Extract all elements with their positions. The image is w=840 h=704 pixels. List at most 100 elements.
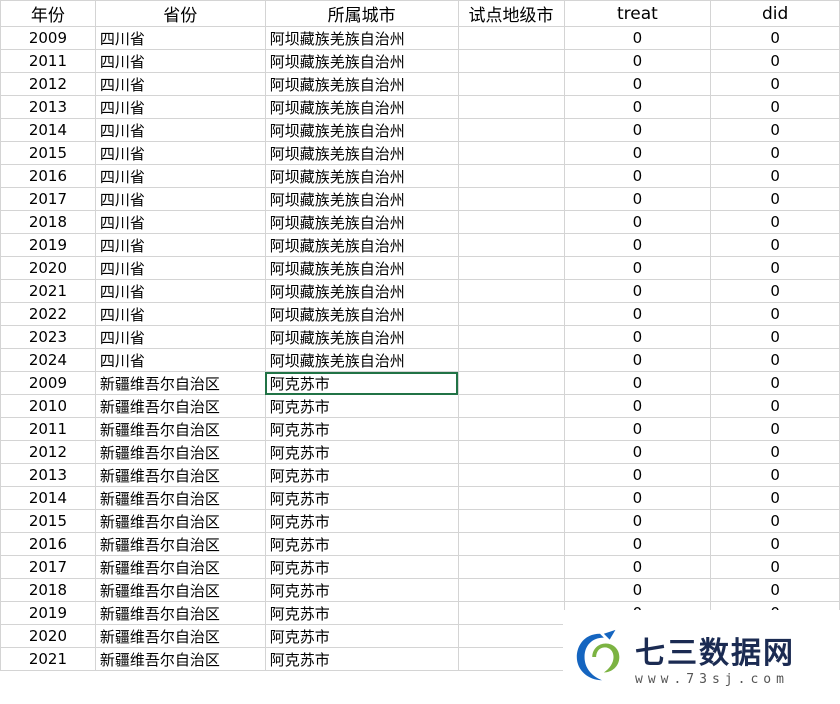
- cell-city[interactable]: 阿克苏市: [264, 417, 459, 441]
- cell-treat[interactable]: 0: [563, 233, 712, 257]
- cell-year[interactable]: 2011: [0, 49, 96, 73]
- cell-city[interactable]: 阿克苏市: [264, 371, 459, 395]
- cell-pilot-city[interactable]: [457, 348, 565, 372]
- cell-year[interactable]: 2011: [0, 417, 96, 441]
- cell-pilot-city[interactable]: [457, 187, 565, 211]
- cell-did[interactable]: 0: [710, 417, 840, 441]
- cell-treat[interactable]: 0: [563, 325, 712, 349]
- cell-did[interactable]: 0: [710, 26, 840, 50]
- cell-did[interactable]: 0: [710, 72, 840, 96]
- cell-did[interactable]: 0: [710, 164, 840, 188]
- cell-province[interactable]: 新疆维吾尔自治区: [94, 463, 266, 487]
- cell-city[interactable]: 阿坝藏族羌族自治州: [264, 256, 459, 280]
- cell-pilot-city[interactable]: [457, 394, 565, 418]
- cell-city[interactable]: 阿坝藏族羌族自治州: [264, 141, 459, 165]
- cell-year[interactable]: 2019: [0, 233, 96, 257]
- cell-treat[interactable]: 0: [563, 210, 712, 234]
- cell-province[interactable]: 四川省: [94, 49, 266, 73]
- cell-did[interactable]: 0: [710, 302, 840, 326]
- cell-year[interactable]: 2022: [0, 302, 96, 326]
- cell-province[interactable]: 新疆维吾尔自治区: [94, 624, 266, 648]
- cell-did[interactable]: 0: [710, 463, 840, 487]
- cell-year[interactable]: 2010: [0, 394, 96, 418]
- cell-province[interactable]: 新疆维吾尔自治区: [94, 371, 266, 395]
- cell-did[interactable]: 0: [710, 187, 840, 211]
- cell-year[interactable]: 2020: [0, 256, 96, 280]
- cell-city[interactable]: 阿坝藏族羌族自治州: [264, 164, 459, 188]
- cell-province[interactable]: 四川省: [94, 233, 266, 257]
- cell-pilot-city[interactable]: [457, 463, 565, 487]
- cell-city[interactable]: 阿坝藏族羌族自治州: [264, 49, 459, 73]
- cell-pilot-city[interactable]: [457, 210, 565, 234]
- cell-did[interactable]: 0: [710, 141, 840, 165]
- cell-pilot-city[interactable]: [457, 532, 565, 556]
- cell-city[interactable]: 阿坝藏族羌族自治州: [264, 325, 459, 349]
- cell-province[interactable]: 新疆维吾尔自治区: [94, 486, 266, 510]
- cell-pilot-city[interactable]: [457, 417, 565, 441]
- cell-year[interactable]: 2019: [0, 601, 96, 625]
- cell-year[interactable]: 2009: [0, 26, 96, 50]
- cell-year[interactable]: 2015: [0, 509, 96, 533]
- cell-treat[interactable]: 0: [563, 394, 712, 418]
- cell-province[interactable]: 四川省: [94, 279, 266, 303]
- cell-pilot-city[interactable]: [457, 95, 565, 119]
- cell-year[interactable]: 2017: [0, 187, 96, 211]
- cell-pilot-city[interactable]: [457, 279, 565, 303]
- cell-year[interactable]: 2021: [0, 279, 96, 303]
- cell-treat[interactable]: 0: [563, 509, 712, 533]
- cell-year[interactable]: 2012: [0, 440, 96, 464]
- cell-did[interactable]: 0: [710, 486, 840, 510]
- cell-pilot-city[interactable]: [457, 371, 565, 395]
- cell-treat[interactable]: 0: [563, 256, 712, 280]
- cell-treat[interactable]: 0: [563, 302, 712, 326]
- cell-pilot-city[interactable]: [457, 49, 565, 73]
- cell-city[interactable]: 阿坝藏族羌族自治州: [264, 348, 459, 372]
- cell-year[interactable]: 2012: [0, 72, 96, 96]
- cell-province[interactable]: 四川省: [94, 164, 266, 188]
- cell-did[interactable]: 0: [710, 233, 840, 257]
- cell-city[interactable]: 阿克苏市: [264, 647, 459, 671]
- cell-did[interactable]: 0: [710, 555, 840, 579]
- cell-pilot-city[interactable]: [457, 555, 565, 579]
- cell-city[interactable]: 阿克苏市: [264, 486, 459, 510]
- cell-treat[interactable]: 0: [563, 164, 712, 188]
- cell-year[interactable]: 2014: [0, 486, 96, 510]
- cell-treat[interactable]: 0: [563, 417, 712, 441]
- cell-city[interactable]: 阿坝藏族羌族自治州: [264, 26, 459, 50]
- cell-province[interactable]: 新疆维吾尔自治区: [94, 509, 266, 533]
- cell-province[interactable]: 新疆维吾尔自治区: [94, 647, 266, 671]
- cell-did[interactable]: 0: [710, 578, 840, 602]
- cell-city[interactable]: 阿克苏市: [264, 555, 459, 579]
- cell-treat[interactable]: 0: [563, 440, 712, 464]
- cell-province[interactable]: 四川省: [94, 302, 266, 326]
- cell-treat[interactable]: 0: [563, 141, 712, 165]
- cell-year[interactable]: 2018: [0, 210, 96, 234]
- cell-province[interactable]: 新疆维吾尔自治区: [94, 532, 266, 556]
- cell-city[interactable]: 阿坝藏族羌族自治州: [264, 233, 459, 257]
- cell-year[interactable]: 2015: [0, 141, 96, 165]
- cell-pilot-city[interactable]: [457, 141, 565, 165]
- cell-pilot-city[interactable]: [457, 302, 565, 326]
- cell-province[interactable]: 四川省: [94, 141, 266, 165]
- cell-city[interactable]: 阿克苏市: [264, 394, 459, 418]
- cell-did[interactable]: 0: [710, 279, 840, 303]
- cell-treat[interactable]: 0: [563, 279, 712, 303]
- cell-pilot-city[interactable]: [457, 486, 565, 510]
- cell-pilot-city[interactable]: [457, 26, 565, 50]
- cell-year[interactable]: 2021: [0, 647, 96, 671]
- cell-city[interactable]: 阿克苏市: [264, 601, 459, 625]
- cell-year[interactable]: 2013: [0, 463, 96, 487]
- cell-pilot-city[interactable]: [457, 256, 565, 280]
- cell-did[interactable]: 0: [710, 256, 840, 280]
- cell-city[interactable]: 阿克苏市: [264, 532, 459, 556]
- cell-pilot-city[interactable]: [457, 325, 565, 349]
- cell-pilot-city[interactable]: [457, 647, 565, 671]
- cell-pilot-city[interactable]: [457, 624, 565, 648]
- cell-did[interactable]: 0: [710, 348, 840, 372]
- header-did[interactable]: did: [710, 0, 840, 27]
- cell-pilot-city[interactable]: [457, 118, 565, 142]
- cell-city[interactable]: 阿坝藏族羌族自治州: [264, 72, 459, 96]
- header-city[interactable]: 所属城市: [264, 0, 459, 27]
- cell-province[interactable]: 四川省: [94, 256, 266, 280]
- cell-pilot-city[interactable]: [457, 601, 565, 625]
